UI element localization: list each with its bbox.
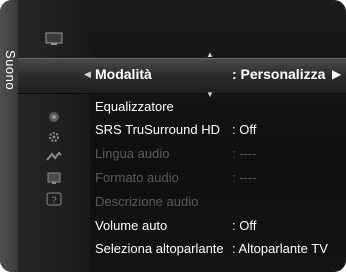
right-arrow-icon[interactable]: ▶ [332, 67, 341, 81]
menu-item-value: : ---- [232, 146, 257, 161]
menu-item-value: : Off [232, 122, 257, 137]
svg-text:?: ? [51, 195, 56, 205]
sound-menu-panel: Suono ? ▲ ▼ ◀ Modalità: Personalizza ▶ … [0, 0, 346, 272]
menu-icon-column: ? [18, 0, 90, 272]
menu-item-label: Formato audio [95, 170, 179, 185]
menu-item-modalita[interactable]: Modalità [95, 66, 152, 82]
menu-item-descrizione-audio: Descrizione audio [95, 191, 198, 213]
menu-item-label: Lingua audio [95, 146, 170, 161]
menu-item-modalita-value: : Personalizza [232, 66, 326, 82]
menu-item-srs-trusurround[interactable]: SRS TruSurround HD : Off [95, 119, 256, 141]
down-arrow-icon: ▼ [206, 90, 214, 99]
menu-item-formato-audio: Formato audio : ---- [95, 167, 257, 189]
support-icon[interactable]: ? [45, 192, 63, 206]
menu-item-value: : Off [232, 218, 257, 233]
menu-item-value: : ---- [232, 170, 257, 185]
category-tab: Suono [0, 0, 18, 272]
application-icon[interactable] [45, 171, 63, 185]
picture-icon[interactable] [45, 32, 63, 46]
channel-icon[interactable] [45, 110, 63, 124]
menu-item-label: Volume auto [95, 218, 168, 233]
menu-item-label: Seleziona altoparlante [95, 241, 224, 256]
menu-item-equalizzatore[interactable]: Equalizzatore [95, 96, 174, 118]
input-icon[interactable] [45, 150, 63, 164]
setup-icon[interactable] [45, 130, 63, 144]
menu-item-volume-auto[interactable]: Volume auto : Off [95, 215, 256, 237]
menu-item-label: SRS TruSurround HD [95, 122, 220, 137]
up-arrow-icon: ▲ [206, 50, 214, 59]
left-arrow-icon[interactable]: ◀ [84, 69, 91, 80]
menu-item-label: Equalizzatore [95, 99, 174, 114]
menu-item-seleziona-altoparlante[interactable]: Seleziona altoparlante : Altoparlante TV [95, 238, 328, 260]
menu-item-label: Descrizione audio [95, 194, 199, 209]
menu-item-lingua-audio: Lingua audio : ---- [95, 143, 257, 165]
menu-item-value: : Altoparlante TV [232, 241, 328, 256]
category-label: Suono [3, 50, 18, 91]
